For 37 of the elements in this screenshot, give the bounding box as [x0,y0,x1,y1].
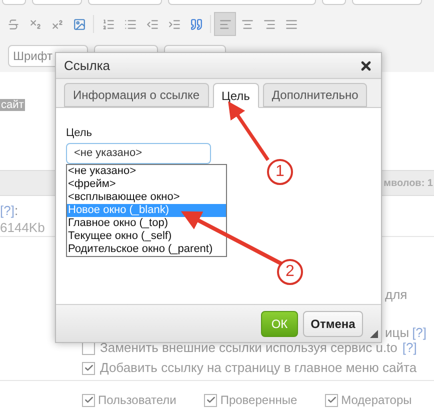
field-label: Цель [66,126,94,141]
close-icon[interactable] [359,58,373,72]
align-left-icon[interactable] [214,12,236,36]
checkbox[interactable] [325,394,338,406]
size-limit: 6144Kb [0,219,45,236]
dialog-button[interactable]: Отмена [303,310,363,336]
toolbar-button[interactable] [2,0,26,5]
toolbar-button[interactable] [322,0,346,5]
checkbox[interactable] [82,394,95,406]
tag-label: сайт [0,99,25,111]
character-count: мволов: 1 [384,176,433,190]
label-fragment: для [385,286,408,304]
dropdown-option[interactable]: Текущее окно (_self) [67,230,226,242]
checkbox[interactable] [82,362,95,374]
colon-text: : [14,202,18,219]
dropdown-option[interactable]: Родительское окно (_parent) [67,242,226,256]
dropdown-option[interactable]: <не указано> [67,164,226,178]
toolbar-button[interactable] [88,0,162,5]
resize-grip-icon[interactable] [370,330,378,338]
option-label: Заменить внешние ссылки используя сервис u.to [100,340,398,358]
dialog-tab[interactable]: Информация о ссылке [64,83,208,107]
dropdown-option[interactable]: <фрейм> [67,178,226,190]
toolbar-button[interactable] [32,0,82,5]
toolbar-button[interactable] [352,0,422,5]
dialog-tab[interactable]: Дополнительно [262,83,368,107]
arrow [228,101,270,161]
group-label: Пользователи [98,392,176,408]
label-fragment: ицы [385,324,410,342]
dropdown-option[interactable]: <всплывающее окно> [67,190,226,204]
option-label: Добавить ссылку на страницу в главное меню сайта [100,359,417,378]
dialog-tab[interactable]: Цель [212,83,259,108]
dropdown-option[interactable]: Главное окно (_top) [67,216,226,230]
group-label: Модераторы [341,392,412,408]
group-label: Проверенные [220,392,298,408]
checkbox[interactable] [204,394,218,406]
target-select[interactable]: <не указано> [66,142,211,164]
toolbar-button[interactable] [168,0,316,5]
